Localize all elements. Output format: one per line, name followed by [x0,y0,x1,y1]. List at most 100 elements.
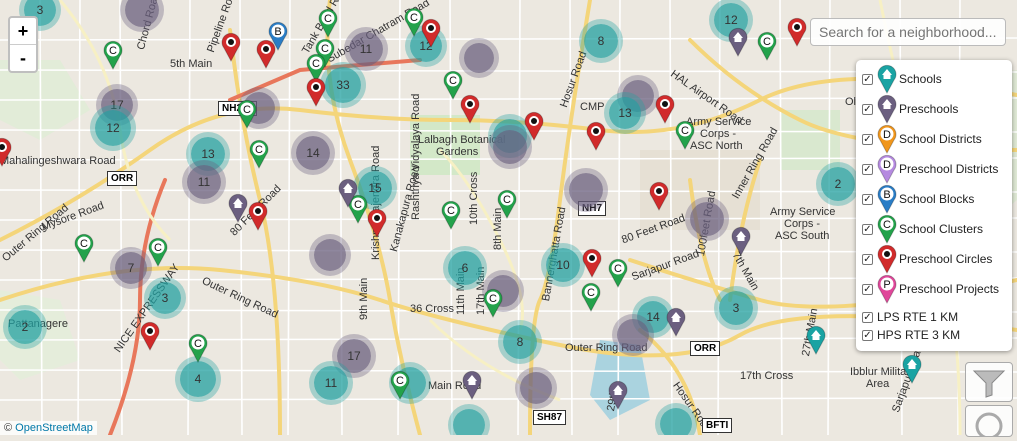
preschool-circle-pin[interactable] [256,39,276,74]
osm-attribution-link[interactable]: OpenStreetMap [15,422,93,434]
preschool-pin[interactable] [228,193,248,228]
layer-checkbox[interactable]: ✓ [862,253,873,265]
legend-row-preschool-projects[interactable]: ✓ P Preschool Projects [862,274,999,305]
zoom-out-button[interactable]: - [10,44,36,71]
preschool-circle-pin[interactable] [649,181,669,216]
svg-text:C: C [154,242,162,254]
preschool-circle-pin[interactable] [0,137,12,172]
preschool-cluster-marker[interactable]: 7 [115,252,147,284]
school-cluster-marker[interactable]: 2 [8,310,42,344]
preschool-pin[interactable] [731,226,751,261]
legend-row-rte-buffer[interactable]: ✓ LPS RTE 1 KM [862,310,958,324]
school-cluster-pin[interactable]: C [74,233,94,268]
school-cluster-marker[interactable]: 3 [719,291,753,325]
school-cluster-pin[interactable]: C [757,31,777,66]
school-cluster-pin[interactable]: C [497,189,517,224]
svg-text:C: C [681,125,689,137]
school-cluster-pin[interactable]: C [103,40,123,75]
preschool-circle-pin[interactable] [460,94,480,129]
filter-button[interactable] [965,362,1013,402]
neighborhood-search-input[interactable] [810,18,1006,46]
legend-row-school-blocks[interactable]: ✓ B School Blocks [862,184,974,215]
preschool-cluster-marker[interactable]: 11 [187,165,221,199]
preschool-circle-pin[interactable] [586,121,606,156]
school-cluster-pin[interactable]: C [148,237,168,272]
school-cluster-pin[interactable]: C [390,370,410,405]
preschool-circle-pin[interactable] [524,111,544,146]
school-cluster-marker[interactable]: 8 [584,24,618,58]
project-icon: P [877,274,897,305]
road-shield: ORR [690,341,721,356]
school-pin[interactable] [806,325,826,360]
layer-checkbox[interactable]: ✓ [862,283,873,295]
school-cluster-marker[interactable]: 12 [95,110,131,146]
preschool-pin[interactable] [728,27,748,62]
school-cluster-pin[interactable]: C [675,120,695,155]
svg-text:D: D [883,129,891,141]
legend-label: Preschools [899,102,959,116]
preschool-pin[interactable] [608,380,628,415]
layer-checkbox[interactable]: ✓ [862,223,873,235]
legend-row-preschool-districts[interactable]: ✓ D Preschool Districts [862,154,999,185]
legend-label: Preschool Districts [899,162,999,176]
layer-checkbox[interactable]: ✓ [862,133,873,145]
school-cluster-pin[interactable]: C [188,333,208,368]
layer-checkbox[interactable]: ✓ [862,163,873,175]
layer-checkbox[interactable]: ✓ [862,103,873,115]
map-place-label: Corps - [700,128,737,140]
preschool-cluster-marker[interactable] [464,43,494,73]
layer-checkbox[interactable]: ✓ [862,311,873,323]
preschool-cluster-marker[interactable] [690,202,724,236]
school-cluster-pin[interactable]: C [249,139,269,174]
layer-checkbox[interactable]: ✓ [862,193,873,205]
preschool-circle-pin[interactable] [248,201,268,236]
preschool-circle-pin[interactable] [306,77,326,112]
school-cluster-marker[interactable]: 10 [546,248,580,282]
zoom-in-button[interactable]: + [10,18,36,44]
school-cluster-marker[interactable] [660,408,692,435]
preschool-cluster-marker[interactable] [493,130,527,164]
school-cluster-marker[interactable]: 13 [609,97,641,129]
school-cluster-pin[interactable]: C [237,99,257,134]
school-cluster-marker[interactable]: 3 [149,282,181,314]
preschool-pin[interactable] [666,307,686,342]
preschool-circle-pin[interactable] [655,94,675,129]
preschool-circle-pin[interactable] [421,18,441,53]
preschool-cluster-marker[interactable]: 17 [337,339,371,373]
preschool-cluster-marker[interactable]: 14 [296,136,330,170]
legend-row-school-districts[interactable]: ✓ D School Districts [862,124,982,155]
preschool-circle-pin[interactable] [582,248,602,283]
preschool-cluster-marker[interactable] [617,319,649,351]
layer-checkbox[interactable]: ✓ [862,73,873,85]
school-cluster-pin[interactable]: C [581,282,601,317]
preschool-pin[interactable] [462,370,482,405]
school-cluster-marker[interactable]: 11 [314,366,348,400]
school-cluster-marker[interactable]: 6 [448,251,482,285]
preschool-pin[interactable] [338,178,358,213]
school-cluster-marker[interactable]: 8 [503,325,537,359]
preschool-circle-pin[interactable] [140,321,160,356]
school-cluster-pin[interactable]: C [483,288,503,323]
preschool-cluster-marker[interactable] [569,173,603,207]
legend-row-preschools[interactable]: ✓ Preschools [862,94,959,125]
preschool-circle-pin[interactable] [367,208,387,243]
preschool-cluster-marker[interactable] [520,372,552,404]
school-pin[interactable] [902,354,922,389]
legend-row-preschool-circles[interactable]: ✓ Preschool Circles [862,244,992,275]
school-cluster-marker[interactable] [453,409,485,435]
svg-text:C: C [587,287,595,299]
school-icon [877,64,897,95]
legend-row-rte-buffer[interactable]: ✓ HPS RTE 3 KM [862,328,960,342]
school-cluster-marker[interactable]: 2 [821,167,855,201]
svg-text:B: B [274,26,281,38]
school-cluster-pin[interactable]: C [608,258,628,293]
legend-row-schools[interactable]: ✓ Schools [862,64,942,95]
legend-row-school-clusters[interactable]: ✓ C School Clusters [862,214,983,245]
preschool-cluster-marker[interactable]: 11 [349,32,383,66]
preschool-circle-pin[interactable] [787,17,807,52]
school-cluster-pin[interactable]: C [441,200,461,235]
preschool-circle-pin[interactable] [221,32,241,67]
cluster-toggle-button[interactable] [965,405,1013,440]
layer-checkbox[interactable]: ✓ [862,329,873,341]
preschool-cluster-marker[interactable] [314,239,346,271]
